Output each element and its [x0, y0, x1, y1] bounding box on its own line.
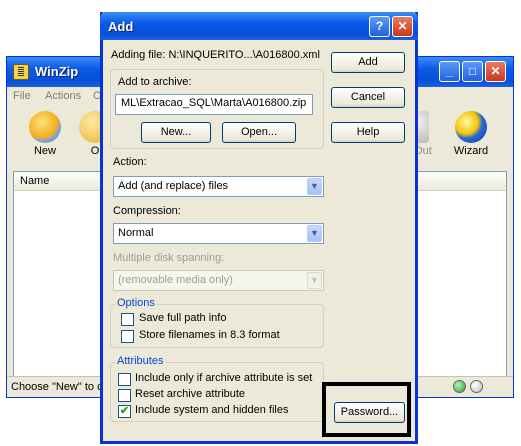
compression-value: Normal: [118, 227, 154, 239]
reset-attribute-label[interactable]: Reset archive attribute: [135, 388, 245, 400]
save-full-path-label[interactable]: Save full path info: [139, 312, 226, 324]
chevron-down-icon[interactable]: ▼: [307, 178, 322, 195]
highlight-box: [322, 382, 411, 437]
menu-actions[interactable]: Actions: [45, 90, 81, 102]
help-title-icon[interactable]: ?: [369, 16, 390, 37]
menu-file[interactable]: File: [13, 90, 31, 102]
cancel-button[interactable]: Cancel: [331, 87, 405, 108]
dialog-title: Add: [108, 19, 134, 34]
archive-attribute-label[interactable]: Include only if archive attribute is set: [135, 372, 312, 384]
dialog-close-icon[interactable]: ✕: [392, 16, 413, 37]
archive-attribute-checkbox[interactable]: [118, 373, 131, 386]
spanning-label: Multiple disk spanning:: [113, 252, 225, 264]
adding-file-text: Adding file: N:\INQUERITO...\A016800.xml: [111, 49, 320, 61]
maximize-icon[interactable]: □: [462, 61, 483, 82]
action-value: Add (and replace) files: [118, 180, 229, 192]
help-button[interactable]: Help: [331, 122, 405, 143]
compression-label: Compression:: [113, 205, 181, 217]
spanning-value: (removable media only): [118, 274, 233, 286]
new-archive-button[interactable]: New...: [141, 122, 211, 143]
compression-dropdown[interactable]: Normal ▼: [113, 223, 324, 244]
new-archive-icon: [29, 111, 61, 143]
action-label: Action:: [113, 156, 147, 168]
store-83-checkbox[interactable]: [121, 330, 134, 343]
winzip-window-title: WinZip: [35, 64, 79, 79]
add-to-archive-label: Add to archive:: [118, 76, 192, 88]
chevron-down-icon[interactable]: ▼: [307, 225, 322, 242]
reset-attribute-checkbox[interactable]: [118, 389, 131, 402]
minimize-icon[interactable]: _: [439, 61, 460, 82]
status-gray-icon: [470, 380, 483, 393]
options-group: [110, 304, 324, 348]
archive-path-field[interactable]: ML\Extracao_SQL\Marta\A016800.zip: [115, 94, 313, 115]
action-dropdown[interactable]: Add (and replace) files ▼: [113, 176, 324, 197]
chevron-down-icon: ▼: [307, 272, 322, 289]
system-hidden-checkbox[interactable]: ✔: [118, 405, 131, 418]
toolbar-wizard-label: Wizard: [453, 145, 489, 157]
column-name[interactable]: Name: [20, 175, 49, 187]
toolbar-wizard-button[interactable]: Wizard: [441, 107, 501, 157]
save-full-path-checkbox[interactable]: [121, 313, 134, 326]
add-dialog-title-bar[interactable]: Add ? ✕: [100, 12, 418, 40]
open-archive-button[interactable]: Open...: [222, 122, 296, 143]
wizard-icon: [455, 111, 487, 143]
close-icon[interactable]: ✕: [485, 61, 506, 82]
status-text: Choose "New" to c: [11, 381, 103, 393]
winzip-app-icon: [13, 64, 29, 80]
add-button[interactable]: Add: [331, 52, 405, 73]
attributes-caption: Attributes: [115, 355, 166, 367]
store-83-label[interactable]: Store filenames in 8.3 format: [139, 329, 280, 341]
system-hidden-label[interactable]: Include system and hidden files: [135, 404, 288, 416]
add-dialog: Add ? ✕ Adding file: N:\INQUERITO...\A01…: [100, 12, 418, 444]
options-caption: Options: [115, 297, 157, 309]
status-green-icon: [453, 380, 466, 393]
spanning-dropdown: (removable media only) ▼: [113, 270, 324, 291]
